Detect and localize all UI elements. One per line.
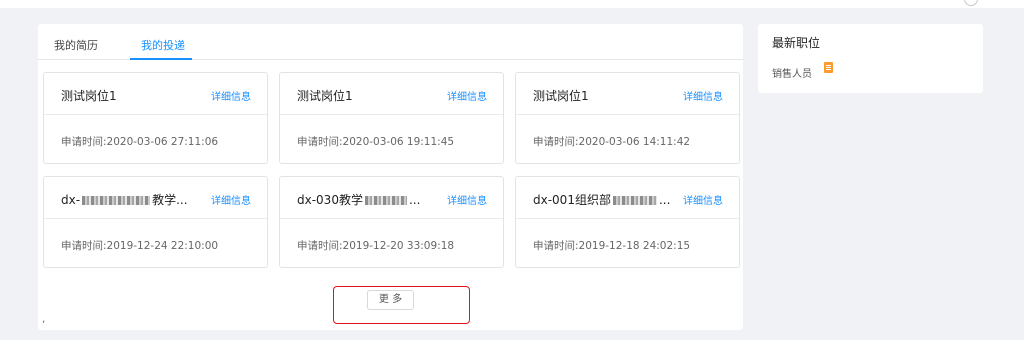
card-header: 测试岗位1 详细信息 xyxy=(44,73,267,115)
tab-my-resume[interactable]: 我的简历 xyxy=(54,37,98,53)
job-title-prefix: dx-030教学 xyxy=(297,193,363,207)
latest-jobs-title: 最新职位 xyxy=(772,36,821,50)
user-avatar-icon[interactable] xyxy=(964,0,978,6)
details-link[interactable]: 详细信息 xyxy=(447,88,487,103)
application-time: 申请时间:2020-03-06 14:11:42 xyxy=(533,136,691,148)
details-link[interactable]: 详细信息 xyxy=(683,192,723,207)
application-time: 申请时间:2019-12-24 22:10:00 xyxy=(61,240,219,252)
redacted-text xyxy=(612,196,657,205)
job-title-prefix: dx- xyxy=(61,193,81,207)
card-header: dx-001组织部... 详细信息 xyxy=(516,177,739,219)
top-bar xyxy=(0,0,1024,8)
application-time: 申请时间:2020-03-06 27:11:06 xyxy=(61,136,219,148)
tab-bar: 我的简历 我的投递 xyxy=(38,24,743,60)
job-title-prefix: dx-001组织部 xyxy=(533,193,611,207)
job-title: dx-001组织部... xyxy=(533,191,681,208)
document-icon[interactable] xyxy=(824,62,833,73)
job-title: dx-030教学... xyxy=(297,191,445,208)
latest-job-item[interactable]: 销售人员 xyxy=(772,65,812,80)
load-more-button[interactable]: 更 多 xyxy=(367,290,414,310)
card-header: 测试岗位1 详细信息 xyxy=(516,73,739,115)
application-card: dx-001组织部... 详细信息 申请时间:2019-12-18 24:02:… xyxy=(515,176,740,268)
application-card: dx-030教学... 详细信息 申请时间:2019-12-20 33:09:1… xyxy=(279,176,504,268)
details-link[interactable]: 详细信息 xyxy=(211,88,251,103)
job-title: dx- 教学... xyxy=(61,191,209,208)
tab-my-applications[interactable]: 我的投递 xyxy=(141,37,185,53)
job-title: 测试岗位1 xyxy=(61,89,117,103)
job-title-suffix: ... xyxy=(658,193,671,207)
application-card: dx- 教学... 详细信息 申请时间:2019-12-24 22:10:00 xyxy=(43,176,268,268)
application-time: 申请时间:2020-03-06 19:11:45 xyxy=(297,136,455,148)
card-header: dx-030教学... 详细信息 xyxy=(280,177,503,219)
stray-mark: , xyxy=(42,314,46,325)
card-header: 测试岗位1 详细信息 xyxy=(280,73,503,115)
details-link[interactable]: 详细信息 xyxy=(211,192,251,207)
job-title: 测试岗位1 xyxy=(297,89,353,103)
job-title: 测试岗位1 xyxy=(533,89,589,103)
card-header: dx- 教学... 详细信息 xyxy=(44,177,267,219)
application-time: 申请时间:2019-12-18 24:02:15 xyxy=(533,240,691,252)
redacted-text xyxy=(364,196,407,205)
application-card: 测试岗位1 详细信息 申请时间:2020-03-06 19:11:45 xyxy=(279,72,504,164)
redacted-text xyxy=(82,196,151,205)
application-time: 申请时间:2019-12-20 33:09:18 xyxy=(297,240,455,252)
details-link[interactable]: 详细信息 xyxy=(683,88,723,103)
latest-jobs-panel: 最新职位 销售人员 xyxy=(758,24,983,93)
active-tab-indicator xyxy=(130,58,192,60)
application-card: 测试岗位1 详细信息 申请时间:2020-03-06 27:11:06 xyxy=(43,72,268,164)
applications-panel: 我的简历 我的投递 测试岗位1 详细信息 申请时间:2020-03-06 27:… xyxy=(38,24,743,330)
job-title-suffix: 教学... xyxy=(152,193,188,207)
job-title-suffix: ... xyxy=(408,193,421,207)
details-link[interactable]: 详细信息 xyxy=(447,192,487,207)
application-card: 测试岗位1 详细信息 申请时间:2020-03-06 14:11:42 xyxy=(515,72,740,164)
